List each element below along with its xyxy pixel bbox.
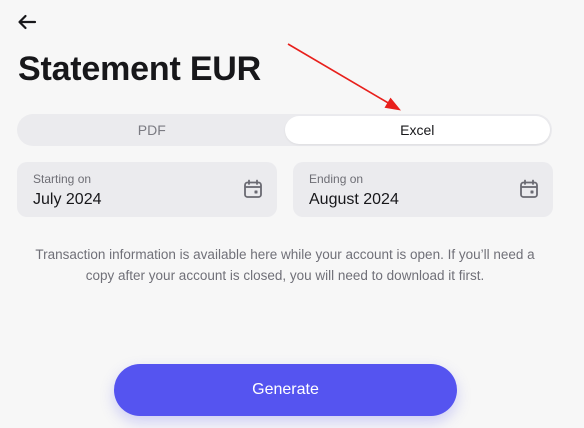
- account-info-text: Transaction information is available her…: [35, 247, 535, 283]
- end-date-label: Ending on: [309, 172, 364, 186]
- statement-page: Statement EUR PDF Excel Starting on July…: [0, 0, 584, 428]
- start-date-label: Starting on: [33, 172, 92, 186]
- back-button[interactable]: [14, 10, 40, 34]
- start-date-value: July 2024: [33, 191, 102, 208]
- format-option-pdf[interactable]: PDF: [19, 116, 285, 144]
- arrow-left-icon: [18, 14, 37, 30]
- end-date-field[interactable]: Ending on August 2024: [293, 162, 553, 217]
- format-toggle: PDF Excel: [17, 114, 552, 146]
- start-date-field[interactable]: Starting on July 2024: [17, 162, 277, 217]
- end-date-value: August 2024: [309, 191, 399, 208]
- format-option-excel[interactable]: Excel: [284, 116, 550, 144]
- calendar-icon: [244, 179, 262, 198]
- page-title: Statement EUR: [18, 50, 262, 88]
- calendar-icon: [520, 179, 538, 198]
- generate-button[interactable]: Generate: [114, 364, 457, 416]
